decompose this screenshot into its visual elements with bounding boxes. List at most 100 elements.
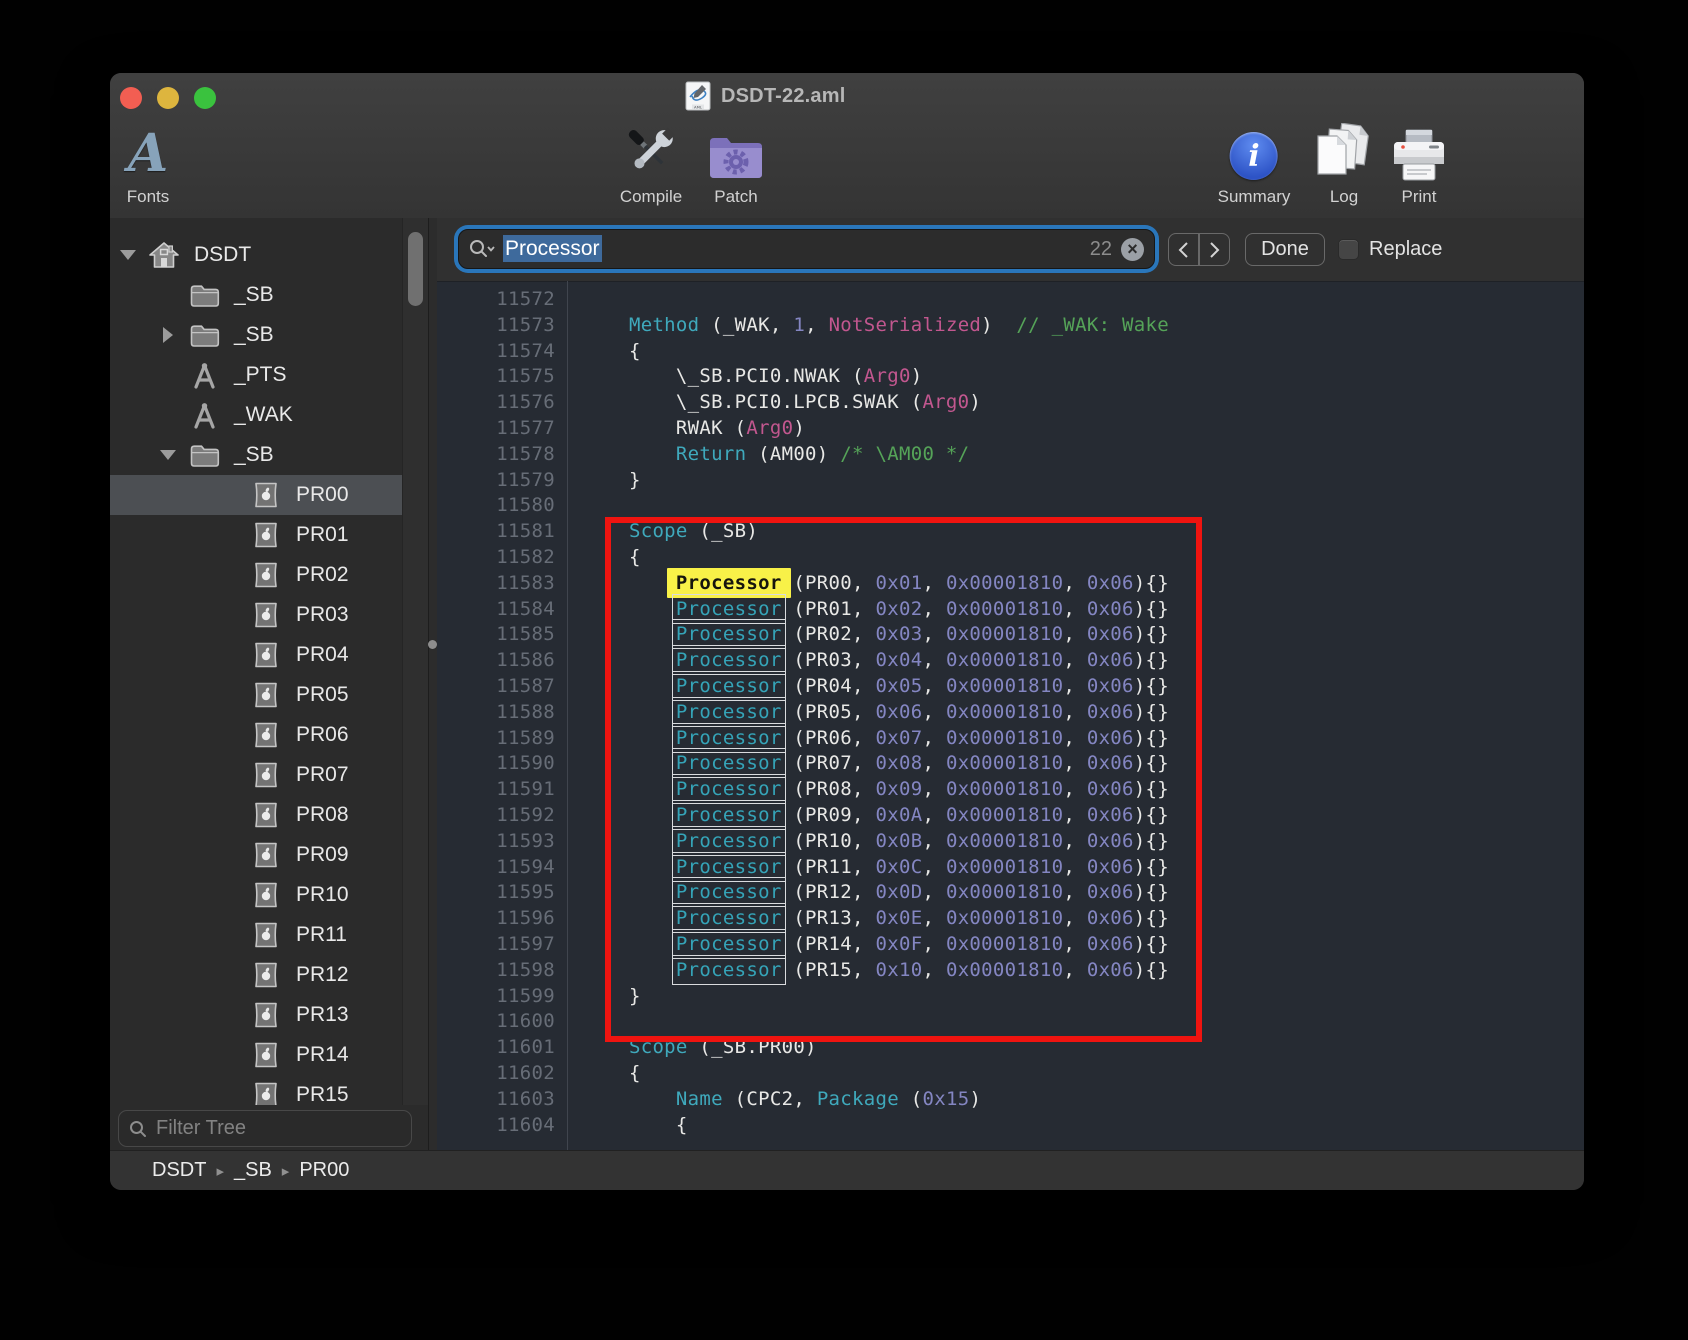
tree-item-sb-sb-2[interactable]: _SB bbox=[110, 315, 428, 355]
line-number: 11599 bbox=[437, 984, 567, 1010]
disclosure-triangle[interactable] bbox=[156, 450, 180, 460]
tree-item-pr01-7[interactable]: PR01 bbox=[110, 515, 428, 555]
splitter-handle-dot[interactable] bbox=[428, 640, 437, 649]
code-line-11590[interactable]: 11590 Processor (PR07, 0x08, 0x00001810,… bbox=[437, 751, 1584, 777]
tree-item-pr04-10[interactable]: PR04 bbox=[110, 635, 428, 675]
tree-item-pr11-17[interactable]: PR11 bbox=[110, 915, 428, 955]
code-line-11581[interactable]: 11581 Scope (_SB) bbox=[437, 519, 1584, 545]
close-window-button[interactable] bbox=[120, 87, 142, 109]
code-line-11582[interactable]: 11582 { bbox=[437, 545, 1584, 571]
toolbar-button-summary[interactable]: i Summary bbox=[1218, 119, 1291, 207]
replace-checkbox[interactable] bbox=[1338, 239, 1359, 260]
tree-item-pr07-13[interactable]: PR07 bbox=[110, 755, 428, 795]
compile-icon bbox=[620, 121, 682, 183]
breadcrumb-item-dsdt[interactable]: DSDT bbox=[152, 1159, 206, 1181]
code-line-11589[interactable]: 11589 Processor (PR06, 0x07, 0x00001810,… bbox=[437, 726, 1584, 752]
code-line-11604[interactable]: 11604 { bbox=[437, 1113, 1584, 1139]
minimize-window-button[interactable] bbox=[157, 87, 179, 109]
code-line-11587[interactable]: 11587 Processor (PR04, 0x05, 0x00001810,… bbox=[437, 674, 1584, 700]
line-number: 11582 bbox=[437, 545, 567, 571]
method-icon bbox=[190, 401, 219, 430]
code-line-11588[interactable]: 11588 Processor (PR05, 0x06, 0x00001810,… bbox=[437, 700, 1584, 726]
tree-item-pr05-11[interactable]: PR05 bbox=[110, 675, 428, 715]
code-line-11591[interactable]: 11591 Processor (PR08, 0x09, 0x00001810,… bbox=[437, 777, 1584, 803]
line-content: { bbox=[567, 1113, 688, 1139]
code-line-11596[interactable]: 11596 Processor (PR13, 0x0E, 0x00001810,… bbox=[437, 906, 1584, 932]
search-match: Processor bbox=[676, 675, 782, 697]
search-match: Processor bbox=[676, 830, 782, 852]
code-line-11575[interactable]: 11575 \_SB.PCI0.NWAK (Arg0) bbox=[437, 364, 1584, 390]
toolbar-button-print[interactable]: Print bbox=[1391, 119, 1447, 207]
tree-item-label: PR06 bbox=[296, 723, 349, 747]
line-content: Method (_WAK, 1, NotSerialized) // _WAK:… bbox=[567, 313, 1169, 339]
code-line-11593[interactable]: 11593 Processor (PR10, 0x0B, 0x00001810,… bbox=[437, 829, 1584, 855]
tree-item-sb-sb-5[interactable]: _SB bbox=[110, 435, 428, 475]
code-line-11578[interactable]: 11578 Return (AM00) /* \AM00 */ bbox=[437, 442, 1584, 468]
toolbar-button-compile[interactable]: Compile bbox=[620, 119, 682, 207]
tree-item-pr00-6[interactable]: PR00 bbox=[110, 475, 428, 515]
tree-item-pr06-12[interactable]: PR06 bbox=[110, 715, 428, 755]
tree-item-dsdt-0[interactable]: DSDT bbox=[110, 235, 428, 275]
tree-item-pr15-21[interactable]: PR15 bbox=[110, 1075, 428, 1105]
code-line-11580[interactable]: 11580 bbox=[437, 493, 1584, 519]
breadcrumb-separator-icon: ▸ bbox=[206, 1163, 234, 1180]
code-line-11573[interactable]: 11573 Method (_WAK, 1, NotSerialized) //… bbox=[437, 313, 1584, 339]
tree-item-pr13-19[interactable]: PR13 bbox=[110, 995, 428, 1035]
sidebar-scrollbar-thumb[interactable] bbox=[408, 232, 423, 306]
code-line-11602[interactable]: 11602 { bbox=[437, 1061, 1584, 1087]
line-number: 11602 bbox=[437, 1061, 567, 1087]
code-line-11586[interactable]: 11586 Processor (PR03, 0x04, 0x00001810,… bbox=[437, 648, 1584, 674]
outline-tree[interactable]: DSDT_SB_SB_PTS_WAK_SBPR00PR01PR02PR03PR0… bbox=[110, 218, 428, 1105]
code-line-11584[interactable]: 11584 Processor (PR01, 0x02, 0x00001810,… bbox=[437, 597, 1584, 623]
code-line-11597[interactable]: 11597 Processor (PR14, 0x0F, 0x00001810,… bbox=[437, 932, 1584, 958]
code-line-11599[interactable]: 11599 } bbox=[437, 984, 1584, 1010]
folder-icon bbox=[189, 283, 220, 308]
sidebar-scrollbar-track[interactable] bbox=[402, 218, 429, 1105]
code-line-11601[interactable]: 11601 Scope (_SB.PR00) bbox=[437, 1035, 1584, 1061]
code-line-11600[interactable]: 11600 bbox=[437, 1009, 1584, 1035]
line-number: 11600 bbox=[437, 1009, 567, 1035]
code-line-11592[interactable]: 11592 Processor (PR09, 0x0A, 0x00001810,… bbox=[437, 803, 1584, 829]
code-line-11583[interactable]: 11583 Processor (PR00, 0x01, 0x00001810,… bbox=[437, 571, 1584, 597]
tree-item-pr12-18[interactable]: PR12 bbox=[110, 955, 428, 995]
tree-item-pr10-16[interactable]: PR10 bbox=[110, 875, 428, 915]
tree-item-sb-pts-3[interactable]: _PTS bbox=[110, 355, 428, 395]
search-input[interactable]: Processor 22 × bbox=[458, 229, 1155, 269]
tree-item-pr09-15[interactable]: PR09 bbox=[110, 835, 428, 875]
tree-item-pr08-14[interactable]: PR08 bbox=[110, 795, 428, 835]
code-line-11603[interactable]: 11603 Name (CPC2, Package (0x15) bbox=[437, 1087, 1584, 1113]
clear-search-button[interactable]: × bbox=[1121, 238, 1144, 261]
filter-tree-input[interactable]: Filter Tree bbox=[118, 1110, 412, 1147]
breadcrumb-item-pr00[interactable]: PR00 bbox=[299, 1159, 349, 1181]
find-next-button[interactable] bbox=[1199, 233, 1230, 266]
code-line-11579[interactable]: 11579 } bbox=[437, 468, 1584, 494]
document-proxy-icon[interactable]: AML bbox=[685, 81, 711, 111]
code-line-11598[interactable]: 11598 Processor (PR15, 0x10, 0x00001810,… bbox=[437, 958, 1584, 984]
disclosure-triangle[interactable] bbox=[116, 250, 140, 260]
tree-item-sb-wak-4[interactable]: _WAK bbox=[110, 395, 428, 435]
code-line-11594[interactable]: 11594 Processor (PR11, 0x0C, 0x00001810,… bbox=[437, 855, 1584, 881]
tree-item-pr02-8[interactable]: PR02 bbox=[110, 555, 428, 595]
find-previous-button[interactable] bbox=[1168, 233, 1199, 266]
disclosure-triangle[interactable] bbox=[156, 327, 180, 343]
tree-item-label: _SB bbox=[234, 323, 274, 347]
code-line-11585[interactable]: 11585 Processor (PR02, 0x03, 0x00001810,… bbox=[437, 622, 1584, 648]
toolbar-button-patch[interactable]: Patch bbox=[707, 119, 765, 207]
toolbar-button-log[interactable]: Log bbox=[1315, 119, 1373, 207]
tree-item-pr03-9[interactable]: PR03 bbox=[110, 595, 428, 635]
code-line-11595[interactable]: 11595 Processor (PR12, 0x0D, 0x00001810,… bbox=[437, 880, 1584, 906]
zoom-window-button[interactable] bbox=[194, 87, 216, 109]
code-editor[interactable]: 1157211573 Method (_WAK, 1, NotSerialize… bbox=[437, 281, 1584, 1150]
line-content: Processor (PR06, 0x07, 0x00001810, 0x06)… bbox=[567, 726, 1169, 752]
code-line-11576[interactable]: 11576 \_SB.PCI0.LPCB.SWAK (Arg0) bbox=[437, 390, 1584, 416]
code-line-11572[interactable]: 11572 bbox=[437, 287, 1584, 313]
tree-item-pr14-20[interactable]: PR14 bbox=[110, 1035, 428, 1075]
line-number: 11581 bbox=[437, 519, 567, 545]
tree-item-sb-sb-1[interactable]: _SB bbox=[110, 275, 428, 315]
done-button[interactable]: Done bbox=[1245, 233, 1325, 266]
toolbar-button-fonts[interactable]: A Fonts bbox=[127, 119, 170, 207]
breadcrumb-item-_sb[interactable]: _SB bbox=[234, 1159, 272, 1181]
code-line-11577[interactable]: 11577 RWAK (Arg0) bbox=[437, 416, 1584, 442]
replace-label: Replace bbox=[1369, 238, 1442, 261]
code-line-11574[interactable]: 11574 { bbox=[437, 339, 1584, 365]
